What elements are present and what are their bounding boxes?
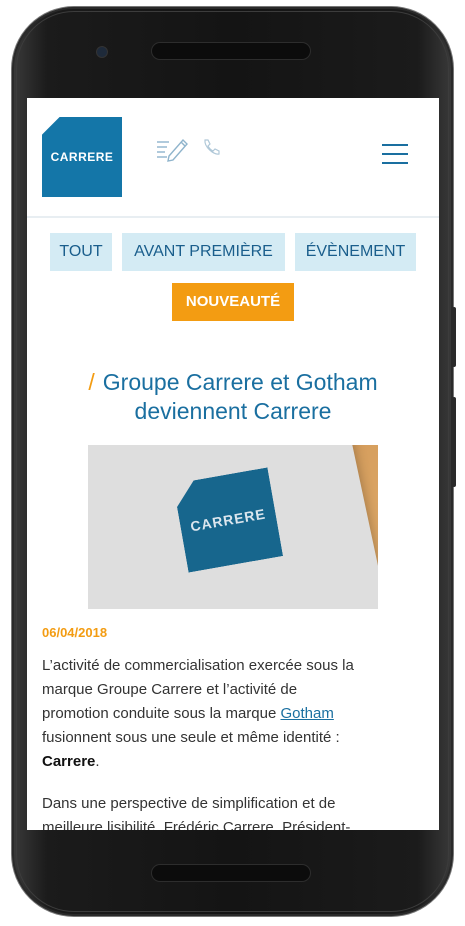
article-paragraph-1: L’activité de commercialisation exercée … — [42, 654, 422, 774]
filter-tout[interactable]: TOUT — [50, 233, 112, 271]
earpiece-speaker — [152, 43, 310, 59]
carrere-logo[interactable]: CARRERE — [42, 117, 122, 197]
article-date: 06/04/2018 — [42, 625, 108, 640]
menu-line — [382, 153, 408, 155]
phone-icon[interactable] — [202, 138, 220, 156]
screen: CARRERE TOUT AVANT PREMIÈRE ÉVÈNEMENT NO… — [27, 98, 439, 830]
menu-line — [382, 162, 408, 164]
title-text-1: Groupe Carrere et Gotham — [102, 369, 378, 395]
p1-line: promotion conduite sous la marque Gotham — [42, 702, 422, 726]
title-line-1: / Groupe Carrere et Gotham — [27, 368, 439, 397]
menu-line — [382, 144, 408, 146]
site-header: CARRERE — [27, 98, 439, 218]
article-paragraph-2: Dans une perspective de simplification e… — [42, 792, 422, 830]
logo-text: CARRERE — [50, 150, 114, 164]
p1-line: fusionnent sous une seule et même identi… — [42, 729, 340, 746]
article-title: / Groupe Carrere et Gotham deviennent Car… — [27, 368, 439, 426]
p2-line: meilleure lisibilité, Frédéric Carrere, … — [42, 819, 351, 830]
edit-icon[interactable] — [155, 136, 189, 162]
article-image: CARRERE — [88, 445, 378, 609]
gotham-link[interactable]: Gotham — [280, 705, 333, 722]
p1-end: . — [95, 753, 100, 770]
volume-button — [452, 307, 456, 367]
image-logo-text: CARRERE — [189, 505, 267, 535]
p1-line: marque Groupe Carrere et l’activité de — [42, 681, 298, 698]
filter-evenement[interactable]: ÉVÈNEMENT — [295, 233, 416, 271]
bottom-speaker — [152, 865, 310, 881]
menu-icon[interactable] — [382, 144, 408, 164]
power-button — [452, 397, 456, 487]
front-camera — [97, 47, 107, 57]
title-line-2: deviennent Carrere — [134, 398, 332, 424]
p1-bold: Carrere — [42, 753, 96, 770]
filter-nouveaute[interactable]: NOUVEAUTÉ — [172, 283, 294, 321]
p2-line: Dans une perspective de simplification e… — [42, 795, 336, 812]
filter-avant-premiere[interactable]: AVANT PREMIÈRE — [122, 233, 285, 271]
p1-line: Carrere. — [42, 750, 422, 774]
title-slash: / — [88, 369, 95, 395]
p1-text: promotion conduite sous la marque — [42, 705, 281, 722]
p1-line: L’activité de commercialisation exercée … — [42, 657, 354, 674]
